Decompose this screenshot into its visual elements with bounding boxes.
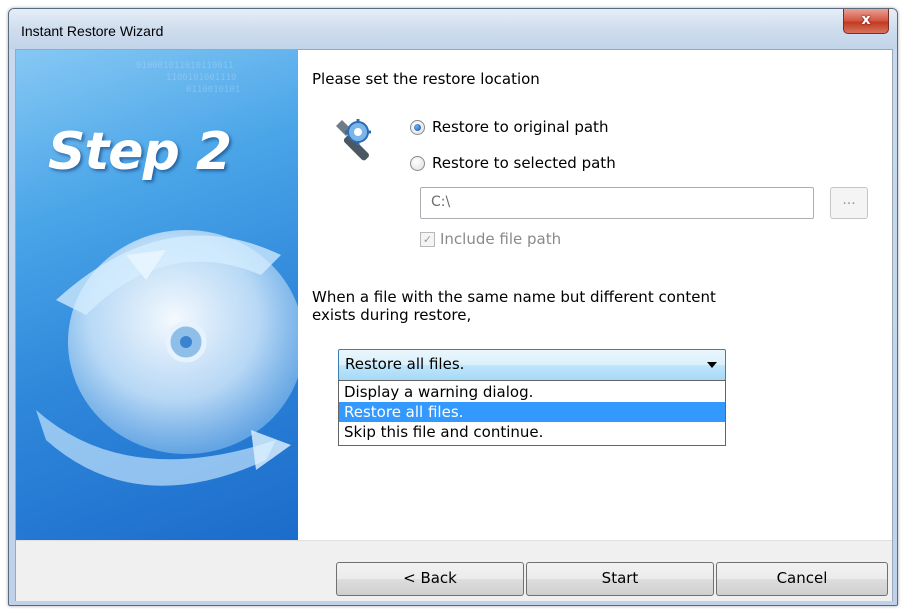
option-warning-dialog[interactable]: Display a warning dialog. (339, 382, 725, 402)
radio-original-path-label[interactable]: Restore to original path (432, 118, 608, 136)
content-panel: Please set the restore location Restore … (298, 50, 892, 540)
wizard-window: Instant Restore Wizard x 010001011010110… (8, 8, 898, 606)
option-skip-file[interactable]: Skip this file and continue. (339, 422, 725, 442)
conflict-select[interactable]: Restore all files. (338, 349, 726, 381)
button-bar: < Back Start Cancel (16, 540, 892, 601)
title-bar[interactable]: Instant Restore Wizard x (9, 9, 897, 49)
window-title: Instant Restore Wizard (21, 23, 164, 39)
wizard-client: 010001011010110011 1100101001110 0110010… (15, 49, 893, 601)
radio-selected-path[interactable] (410, 156, 425, 171)
cancel-button[interactable]: Cancel (716, 562, 888, 596)
settings-wrench-icon (336, 119, 371, 161)
conflict-select-value: Restore all files. (345, 355, 465, 373)
radio-original-path[interactable] (410, 120, 425, 135)
step-label: Step 2 (48, 122, 232, 182)
include-path-label[interactable]: Include file path (440, 230, 561, 248)
radio-selected-path-label[interactable]: Restore to selected path (432, 154, 616, 172)
close-icon: x (861, 12, 871, 28)
restore-location-heading: Please set the restore location (312, 70, 540, 88)
conflict-options-list: Display a warning dialog. Restore all fi… (338, 380, 726, 446)
option-restore-all[interactable]: Restore all files. (339, 402, 725, 422)
svg-text:0110010101: 0110010101 (186, 85, 240, 95)
restore-path-field[interactable]: C:\ (420, 187, 814, 219)
start-button[interactable]: Start (526, 562, 714, 596)
browse-button[interactable]: ... (830, 187, 868, 219)
step-banner: 010001011010110011 1100101001110 0110010… (16, 50, 298, 540)
conflict-text-line2: exists during restore, (312, 306, 472, 324)
svg-text:010001011010110011: 010001011010110011 (136, 61, 234, 71)
close-button[interactable]: x (843, 9, 889, 34)
svg-text:1100101001110: 1100101001110 (166, 73, 236, 83)
back-button[interactable]: < Back (336, 562, 524, 596)
restore-path-value: C:\ (431, 194, 451, 210)
include-path-checkbox[interactable]: ✓ (420, 232, 435, 247)
chevron-down-icon[interactable] (707, 362, 717, 368)
conflict-text-line1: When a file with the same name but diffe… (312, 288, 716, 306)
